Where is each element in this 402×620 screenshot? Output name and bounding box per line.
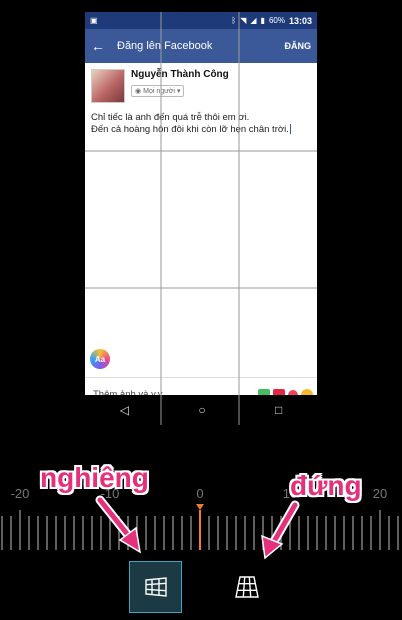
- signal-icon: ◢: [250, 16, 257, 25]
- ruler-label: 0: [196, 486, 204, 501]
- status-bar: ▣ ᛒ ◥ ◢ ▮ 60% 13:03: [85, 12, 317, 29]
- avatar: [91, 69, 125, 103]
- author-name: Nguyễn Thành Công: [131, 69, 229, 80]
- annotation-tilt-label: nghiêng: [40, 462, 149, 493]
- text-style-button[interactable]: Aa: [90, 349, 110, 369]
- author-meta: Nguyễn Thành Công ◉ Mọi người ▾: [131, 69, 229, 103]
- post-button[interactable]: ĐĂNG: [285, 41, 312, 51]
- author-block: Nguyễn Thành Công ◉ Mọi người ▾: [91, 69, 229, 103]
- post-line: Chỉ tiếc là anh đến quá trễ thôi em ơi.: [91, 112, 250, 123]
- horizontal-perspective-icon: [144, 577, 167, 597]
- battery-percent: 60%: [268, 16, 285, 25]
- post-text-input[interactable]: Chỉ tiếc là anh đến quá trễ thôi em ơi. …: [91, 112, 315, 136]
- ruler-label: -20: [10, 486, 30, 501]
- caret-down-icon: ▾: [176, 88, 181, 95]
- app-bar: ← Đăng lên Facebook ĐĂNG: [85, 29, 317, 63]
- tilt-tool-button[interactable]: [129, 561, 182, 613]
- post-line: Đến cả hoàng hôn đôi khi còn lỡ hẹn chân…: [91, 124, 289, 135]
- post-line-last: Đến cả hoàng hôn đôi khi còn lỡ hẹn chân…: [91, 124, 315, 136]
- nav-home-icon[interactable]: ○: [198, 403, 205, 417]
- ruler-label: 20: [372, 486, 388, 501]
- android-nav-bar: ◁ ○ □: [85, 395, 317, 425]
- arrow-back-icon[interactable]: ←: [91, 38, 109, 54]
- bluetooth-icon: ᛒ: [231, 16, 237, 25]
- wifi-icon: ◥: [240, 16, 247, 25]
- globe-icon: ◉: [135, 88, 142, 95]
- annotation-vertical-label: đứng: [290, 470, 362, 501]
- vertical-tool-button[interactable]: [220, 561, 273, 613]
- status-time: 13:03: [288, 15, 312, 26]
- battery-icon: ▮: [260, 16, 265, 25]
- gallery-notification-icon: ▣: [90, 16, 98, 25]
- ruler-ticks: [1, 510, 399, 550]
- text-cursor: [289, 124, 291, 135]
- vertical-perspective-icon: [234, 576, 259, 598]
- audience-selector[interactable]: ◉ Mọi người ▾: [131, 85, 185, 97]
- phone-screenshot: ▣ ᛒ ◥ ◢ ▮ 60% 13:03 ← Đăng lên Facebook …: [85, 12, 317, 425]
- nav-recents-icon[interactable]: □: [275, 403, 282, 417]
- page-title: Đăng lên Facebook: [117, 40, 213, 52]
- composer: Nguyễn Thành Công ◉ Mọi người ▾ Chỉ tiếc…: [85, 63, 317, 402]
- nav-back-icon[interactable]: ◁: [120, 403, 129, 417]
- audience-label: Mọi người: [143, 87, 175, 95]
